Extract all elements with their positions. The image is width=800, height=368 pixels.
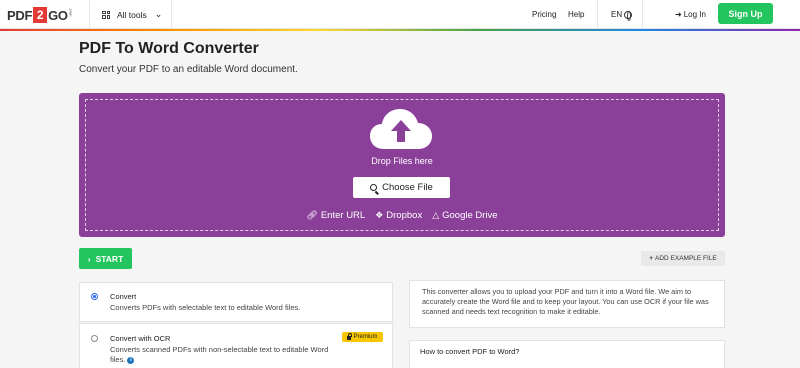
logo-text-2: 2 (33, 7, 48, 23)
option-convert-ocr[interactable]: Convert with OCR Converts scanned PDFs w… (79, 323, 393, 368)
option-description: Converts PDFs with selectable text to ed… (110, 303, 301, 312)
all-tools-label: All tools (117, 9, 147, 20)
choose-file-label: Choose File (382, 182, 433, 193)
upload-dropzone[interactable]: Drop Files here Choose File 🔗︎ Enter URL… (79, 93, 725, 237)
howto-section-title[interactable]: How to convert PDF to Word? (409, 340, 725, 368)
header-divider (171, 0, 172, 29)
converter-description: This converter allows you to upload your… (409, 280, 725, 328)
pricing-link[interactable]: Pricing (532, 0, 556, 29)
logo-text-com: .com (68, 8, 74, 17)
google-drive-link[interactable]: △ Google Drive (432, 210, 497, 221)
help-link[interactable]: Help (568, 0, 584, 29)
globe-icon (624, 10, 633, 21)
cloud-upload-icon (370, 109, 432, 149)
rainbow-bar (0, 29, 800, 31)
logo-text-pdf: PDF (7, 7, 33, 23)
radio-convert[interactable] (91, 293, 98, 300)
page-title: PDF To Word Converter (79, 40, 259, 57)
page-subtitle: Convert your PDF to an editable Word doc… (79, 64, 298, 75)
choose-file-button[interactable]: Choose File (353, 177, 450, 198)
radio-convert-ocr[interactable] (91, 335, 98, 342)
option-description-text: Converts scanned PDFs with non-selectabl… (110, 345, 329, 364)
language-selector[interactable]: EN (611, 0, 633, 29)
language-label: EN (611, 10, 623, 19)
drop-files-text: Drop Files here (371, 156, 433, 166)
premium-label: Premium (353, 334, 378, 340)
dropbox-link[interactable]: ❖ Dropbox (375, 210, 422, 221)
link-icon: 🔗︎ (306, 210, 318, 220)
login-icon: ➜ (675, 10, 682, 19)
top-header: PDF 2 GO .com All tools ⌄ Pricing Help EN ➜… (0, 0, 800, 29)
login-link[interactable]: ➜ Log In (675, 0, 706, 29)
google-drive-icon: △ (432, 210, 440, 220)
start-button[interactable]: › START (79, 248, 132, 269)
signup-button[interactable]: Sign Up (718, 3, 773, 24)
lock-icon (347, 333, 352, 340)
add-example-file-button[interactable]: + ADD EXAMPLE FILE (641, 251, 725, 266)
add-example-label: ADD EXAMPLE FILE (655, 255, 717, 262)
logo-text-go: GO (48, 7, 68, 23)
grid-icon (102, 10, 110, 19)
plus-icon: + (649, 255, 653, 262)
header-divider (642, 0, 643, 29)
option-title: Convert (110, 292, 137, 301)
google-drive-label: Google Drive (442, 210, 498, 221)
premium-badge: Premium (342, 332, 383, 342)
header-divider (597, 0, 598, 29)
info-icon[interactable]: i (127, 356, 135, 364)
header-divider (89, 0, 90, 29)
dropbox-icon: ❖ (375, 210, 384, 220)
all-tools-menu[interactable]: All tools ⌄ (102, 0, 162, 29)
pdf2go-logo[interactable]: PDF 2 GO .com (7, 5, 74, 25)
upload-sources: 🔗︎ Enter URL ❖ Dropbox △ Google Drive (79, 210, 725, 221)
option-convert[interactable]: Convert Converts PDFs with selectable te… (79, 282, 393, 322)
chevron-down-icon: ⌄ (154, 9, 163, 19)
search-icon (370, 184, 378, 191)
enter-url-label: Enter URL (320, 210, 366, 221)
login-label: Log In (683, 10, 706, 19)
start-label: START (95, 253, 124, 264)
chevron-right-icon: › (87, 253, 91, 264)
option-description: Converts scanned PDFs with non-selectabl… (110, 345, 330, 365)
enter-url-link[interactable]: 🔗︎ Enter URL (306, 210, 365, 221)
dropbox-label: Dropbox (386, 210, 423, 221)
option-title: Convert with OCR (110, 334, 171, 343)
